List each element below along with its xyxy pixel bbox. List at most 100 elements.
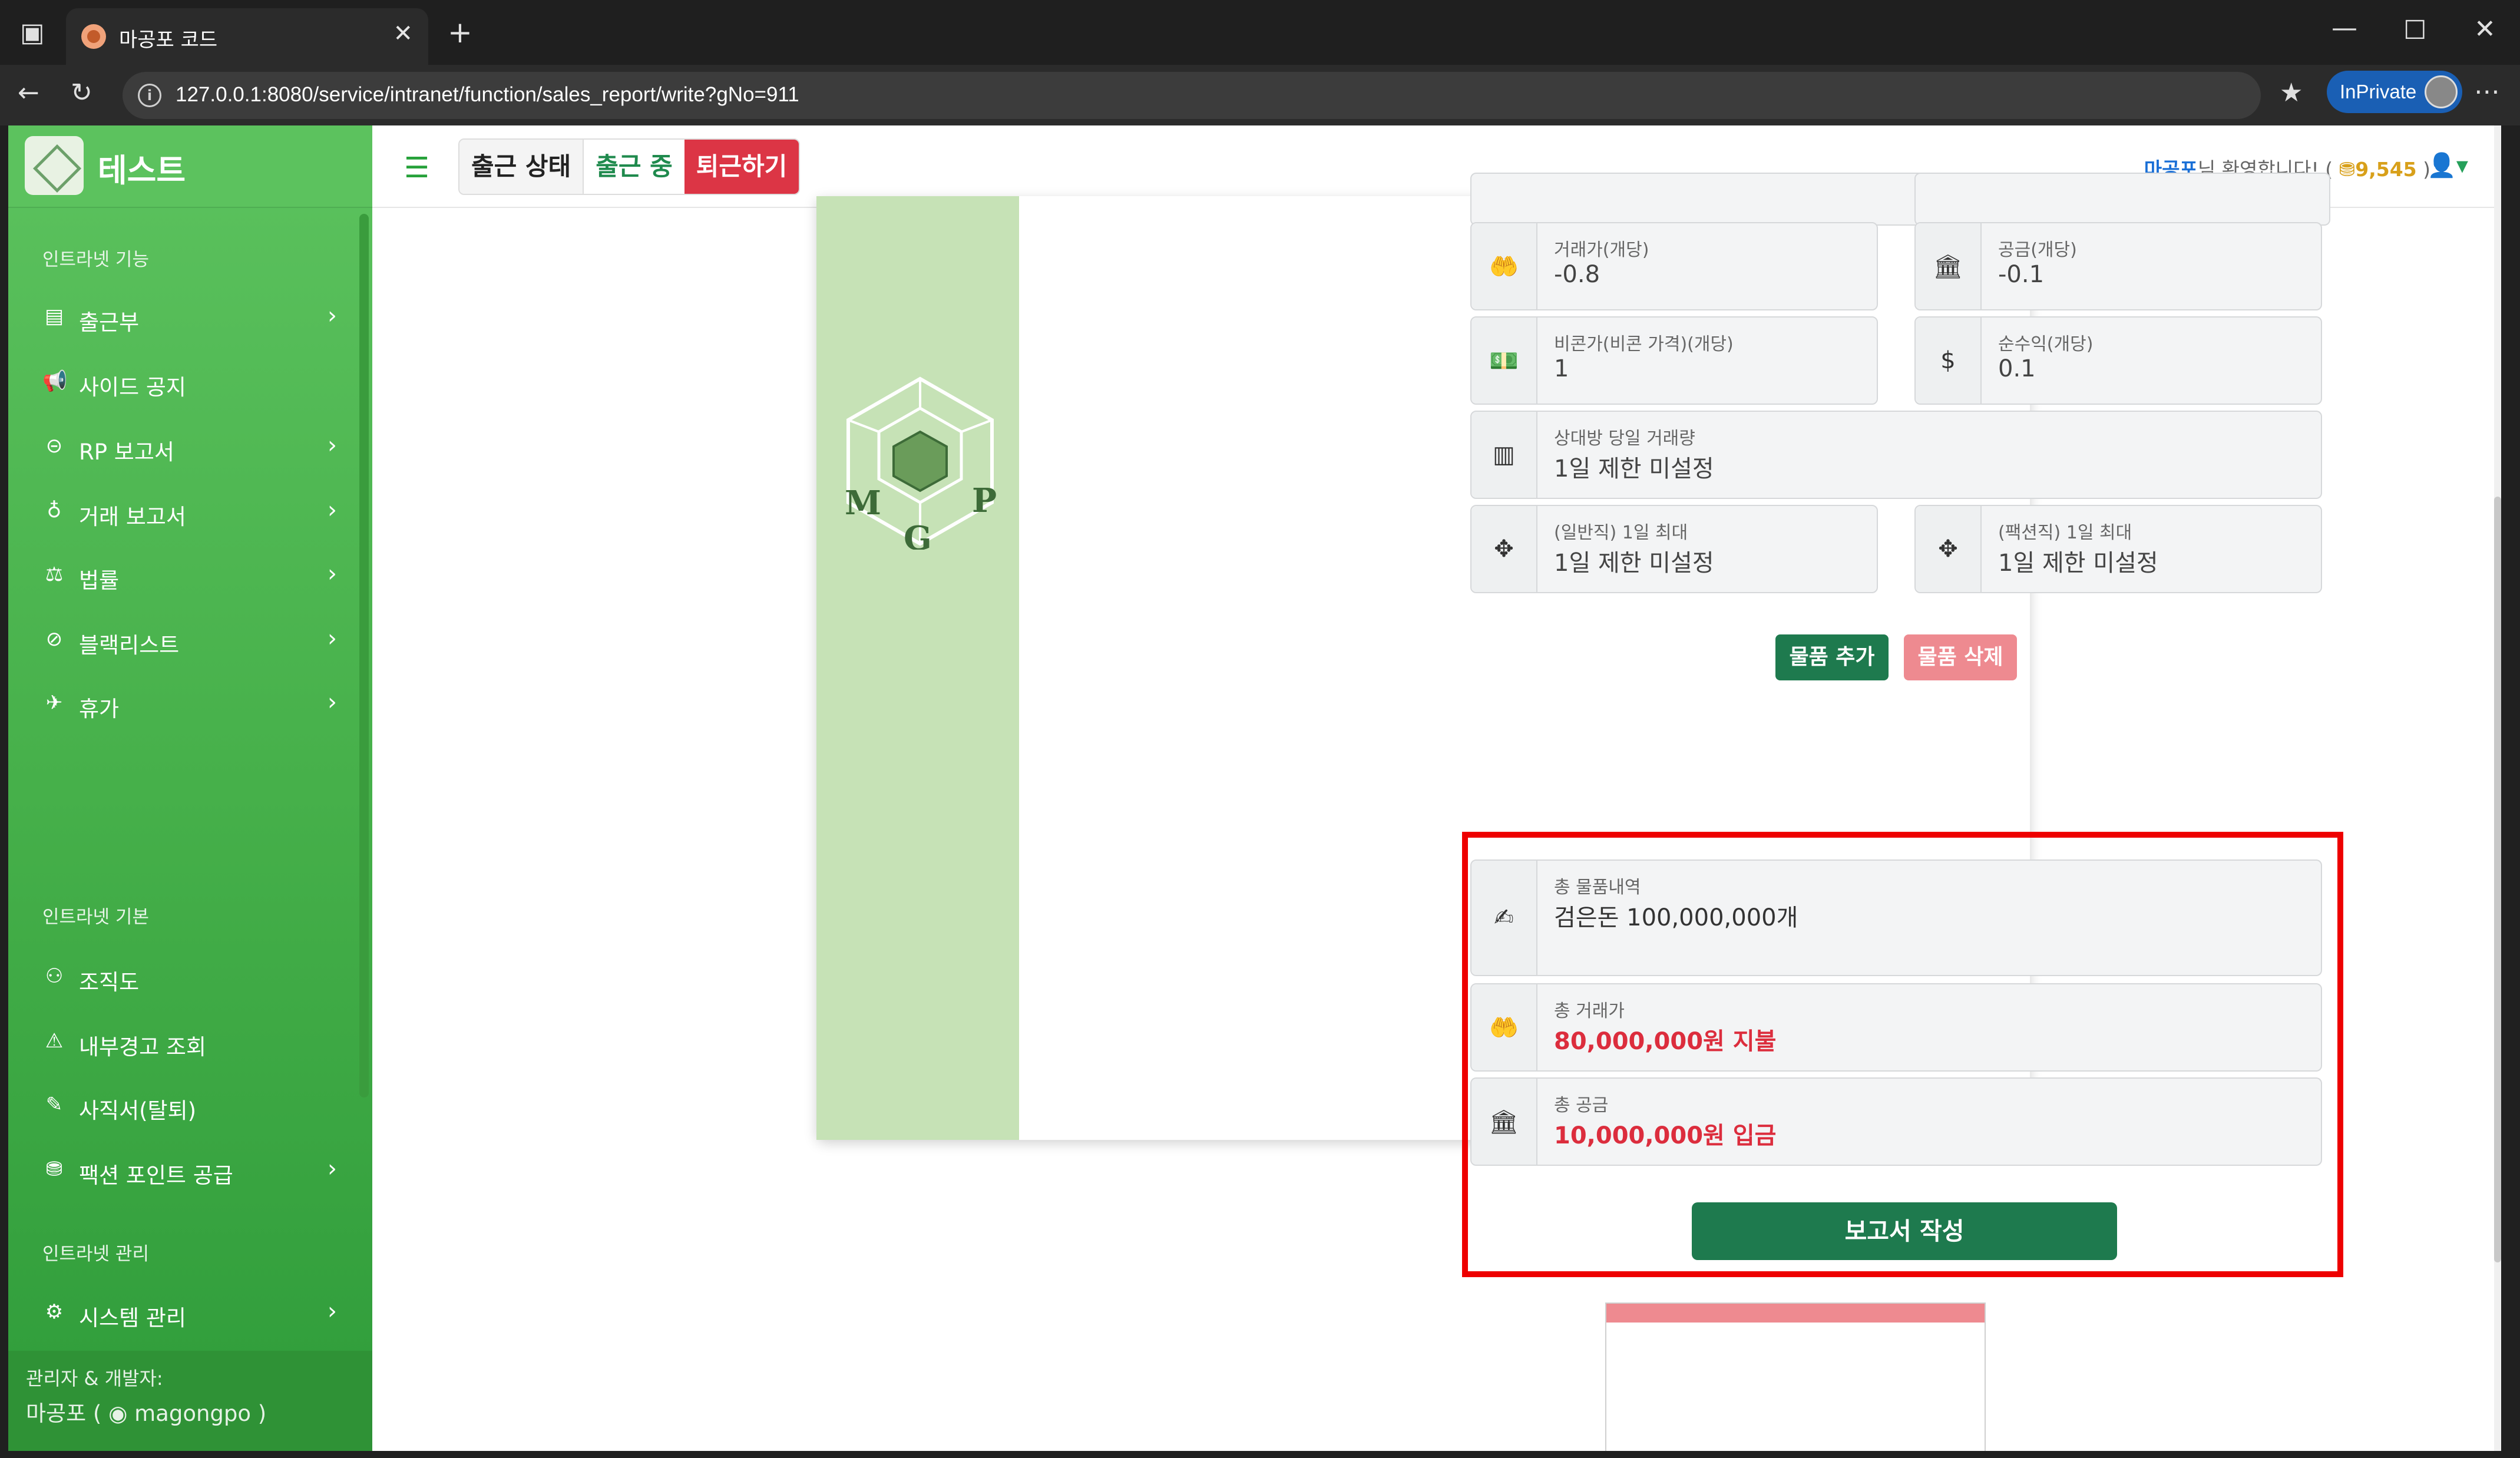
sidebar-brand[interactable]: 테스트 <box>8 125 372 208</box>
card-side-panel: M G P <box>816 196 1019 1140</box>
sidebar-item-label: 휴가 <box>79 696 120 722</box>
page-scrollbar-thumb[interactable] <box>2494 497 2501 1262</box>
sidebar-item-internal-warning[interactable]: ⚠ 내부경고 조회 <box>42 1021 337 1062</box>
field-label: (팩션직) 1일 최대 <box>1998 523 2132 543</box>
field-value[interactable]: 0.1 <box>1998 355 2036 382</box>
profile-avatar <box>2425 75 2458 108</box>
chart-icon: ▥ <box>1471 412 1537 498</box>
trade-price-field[interactable]: 🤲 거래가(개당) -0.8 <box>1470 222 1878 310</box>
field-label: 거래가(개당) <box>1554 240 1649 260</box>
public-fund-field[interactable]: 🏛 공금(개당) -0.1 <box>1914 222 2322 310</box>
dollar-file-icon: $ <box>1916 318 1982 404</box>
field-value[interactable]: -0.8 <box>1554 261 1600 288</box>
sidebar-item-trade-report[interactable]: ♁ 거래 보고서 › <box>42 491 337 532</box>
field-value[interactable]: 1일 제한 미설정 <box>1554 449 1714 484</box>
form-field-hidden-right[interactable] <box>1914 173 2330 226</box>
gear-icon: ⚙ <box>45 1300 64 1324</box>
maximize-icon[interactable]: ☐ <box>2403 18 2426 44</box>
field-value[interactable]: 1 <box>1554 355 1569 382</box>
leave-work-button[interactable]: 퇴근하기 <box>684 140 799 194</box>
minimize-icon[interactable]: — <box>2332 15 2357 41</box>
page-scrollbar[interactable] <box>2494 125 2501 1451</box>
attendance-status-button[interactable]: 출근 상태 <box>459 140 583 194</box>
mgp-logo-icon: M G P <box>845 376 997 550</box>
address-bar[interactable]: i 127.0.0.1:8080/service/intranet/functi… <box>123 72 2261 119</box>
inprivate-badge[interactable]: InPrivate <box>2327 71 2462 113</box>
sidebar-item-law[interactable]: ⚖ 법률 › <box>42 554 337 596</box>
user-menu-icon[interactable]: 👤▾ <box>2427 151 2468 179</box>
sidebar-item-label: 거래 보고서 <box>79 504 186 530</box>
svg-text:M: M <box>845 484 881 523</box>
sidebar-item-rp-report[interactable]: ⊝ RP 보고서 › <box>42 426 337 467</box>
beacon-price-field[interactable]: 💵 비콘가(비콘 가격)(개당) 1 <box>1470 316 1878 405</box>
tab-actions-icon[interactable]: ▣ <box>20 20 45 46</box>
gamepad-icon: ⊝ <box>45 434 63 458</box>
megaphone-icon: 📢 <box>42 369 68 393</box>
field-value[interactable]: -0.1 <box>1998 261 2044 288</box>
book-icon: ▤ <box>44 305 64 328</box>
sidebar-item-label: 사이드 공지 <box>79 375 186 400</box>
field-label: 상대방 당일 거래량 <box>1554 428 1695 449</box>
bank-icon: 🏛 <box>1916 223 1982 309</box>
sidebar-item-blacklist[interactable]: ⊘ 블랙리스트 › <box>42 619 337 660</box>
user-points: 9,545 <box>2355 158 2417 181</box>
browser-tab[interactable]: 마공포 코드 ✕ <box>66 8 428 65</box>
feather-icon: ✎ <box>45 1093 63 1116</box>
field-label: 공금(개당) <box>1998 240 2077 260</box>
sidebar-item-attendance[interactable]: ▤ 출근부 › <box>42 296 337 338</box>
net-profit-field[interactable]: $ 순수익(개당) 0.1 <box>1914 316 2322 405</box>
favorites-list-icon[interactable]: ★ <box>2280 80 2303 106</box>
field-label: (일반직) 1일 최대 <box>1554 523 1688 543</box>
field-value[interactable]: 1일 제한 미설정 <box>1998 544 2158 578</box>
inprivate-label: InPrivate <box>2340 81 2417 103</box>
hand-money-icon: 🤲 <box>1471 223 1537 309</box>
sidebar-item-label: 팩션 포인트 공급 <box>79 1163 233 1188</box>
attendance-button-group: 출근 상태 출근 중 퇴근하기 <box>458 138 801 195</box>
general-daily-max-field[interactable]: ✥ (일반직) 1일 최대 1일 제한 미설정 <box>1470 505 1878 593</box>
chevron-right-icon: › <box>328 302 337 329</box>
chevron-right-icon: › <box>328 1155 337 1182</box>
more-menu-icon[interactable]: ⋯ <box>2474 79 2500 105</box>
bottom-preview-card <box>1605 1302 1986 1451</box>
sidebar-item-vacation[interactable]: ✈ 휴가 › <box>42 683 337 724</box>
highlight-box <box>1462 832 2343 1277</box>
address-url[interactable]: 127.0.0.1:8080/service/intranet/function… <box>176 83 799 107</box>
expand-icon: ✥ <box>1916 506 1982 592</box>
footer-developer: 마공포 ( ◉ magongpo ) <box>26 1396 266 1427</box>
chevron-right-icon: › <box>328 497 337 524</box>
sidebar-item-label: 내부경고 조회 <box>79 1034 207 1060</box>
counterpart-daily-volume-field[interactable]: ▥ 상대방 당일 거래량 1일 제한 미설정 <box>1470 411 2322 499</box>
tab-close-icon[interactable]: ✕ <box>393 20 413 47</box>
warning-icon: ⚠ <box>45 1029 64 1053</box>
sidebar-item-label: 출근부 <box>79 310 140 335</box>
form-field-hidden-left[interactable] <box>1470 173 1953 226</box>
sidebar-item-label: 조직도 <box>79 970 140 995</box>
coin-icon: ⛃ <box>2339 158 2356 181</box>
field-label: 비콘가(비콘 가격)(개당) <box>1554 334 1734 355</box>
tab-title: 마공포 코드 <box>119 28 218 52</box>
sidebar-item-side-notice[interactable]: 📢 사이드 공지 <box>42 361 337 402</box>
field-value[interactable]: 1일 제한 미설정 <box>1554 544 1714 578</box>
web-page: 테스트 인트라넷 기능 ▤ 출근부 › 📢 사이드 공지 ⊝ RP 보고서 › … <box>8 125 2501 1451</box>
delete-item-button[interactable]: 물품 삭제 <box>1904 634 2017 680</box>
faction-daily-max-field[interactable]: ✥ (팩션직) 1일 최대 1일 제한 미설정 <box>1914 505 2322 593</box>
back-icon[interactable]: ← <box>18 80 39 106</box>
sidebar-scrollbar[interactable] <box>359 214 369 1097</box>
refresh-icon[interactable]: ↻ <box>71 80 92 106</box>
tab-favicon-icon <box>81 24 106 49</box>
new-tab-icon[interactable]: + <box>448 18 472 47</box>
sidebar-item-org-chart[interactable]: ⚇ 조직도 <box>42 956 337 997</box>
working-status-button[interactable]: 출근 중 <box>583 140 684 194</box>
sidebar-item-resignation[interactable]: ✎ 사직서(탈퇴) <box>42 1085 337 1126</box>
sidebar-item-label: 시스템 관리 <box>79 1305 186 1331</box>
chevron-right-icon: › <box>328 689 337 716</box>
sidebar-item-faction-points[interactable]: ⛃ 팩션 포인트 공급 › <box>42 1149 337 1191</box>
svg-text:P: P <box>972 481 997 520</box>
window-close-icon[interactable]: ✕ <box>2474 16 2496 42</box>
hamburger-menu-icon[interactable]: ☰ <box>404 151 429 184</box>
site-info-icon[interactable]: i <box>138 84 161 107</box>
sidebar-item-system-admin[interactable]: ⚙ 시스템 관리 › <box>42 1292 337 1333</box>
add-item-button[interactable]: 물품 추가 <box>1775 634 1889 680</box>
sidebar-item-label: 사직서(탈퇴) <box>79 1098 197 1123</box>
coins-icon: ⛃ <box>45 1158 63 1181</box>
